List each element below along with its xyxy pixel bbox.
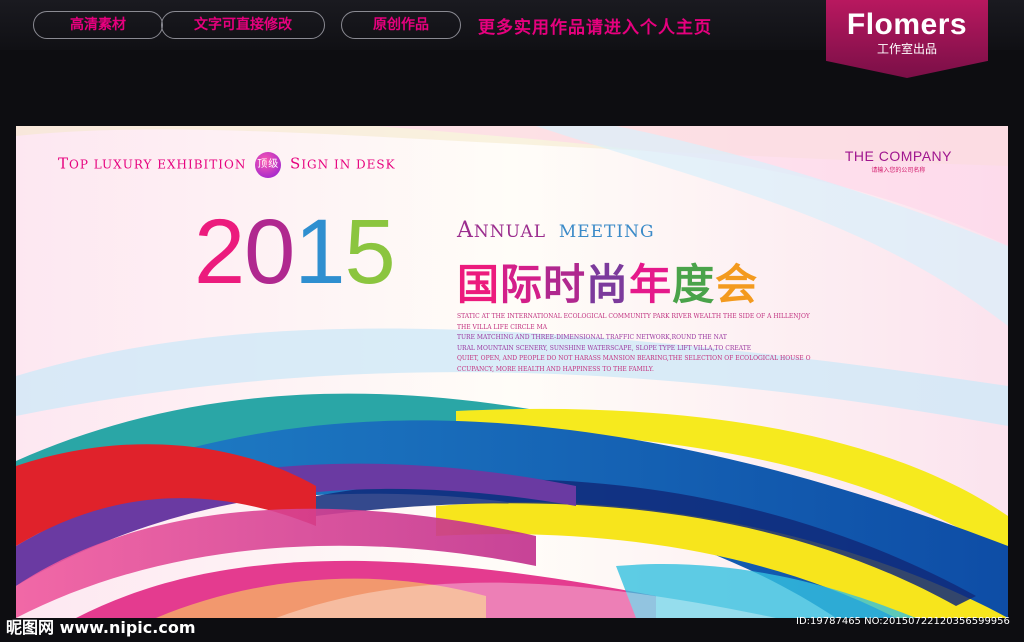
brand-badge[interactable]: Flomers 工作室出品	[826, 0, 988, 78]
title-char: 会	[715, 260, 759, 309]
year-title: 2015	[194, 206, 396, 298]
title-char: 时	[543, 260, 587, 309]
chinese-title: 国际时尚年度会	[457, 251, 758, 312]
annual-meeting-heading: ANNUAL MEETING	[457, 218, 655, 243]
poster-image: TOP LUXURY EXHIBITION 顶级 SIGN IN DESK TH…	[16, 126, 1008, 618]
paragraph-line: CCUPANCY, MORE HEALTH AND HAPPINESS TO T…	[457, 365, 654, 373]
top-level-badge: 顶级	[255, 152, 282, 178]
company-subtitle: 请输入您的公司名称	[871, 167, 926, 174]
year-digit: 0	[244, 201, 295, 303]
tag-editable-text[interactable]: 文字可直接修改	[161, 11, 325, 39]
year-digit: 5	[344, 201, 396, 303]
title-char: 年	[629, 260, 673, 309]
topline-text-2: IGN IN DESK	[301, 157, 396, 172]
tag-original-work[interactable]: 原创作品	[341, 11, 461, 39]
description-paragraph: STATIC AT THE INTERNATIONAL ECOLOGICAL C…	[457, 312, 837, 375]
brand-sub: 工作室出品	[876, 42, 937, 56]
year-digit: 1	[294, 201, 345, 303]
company-name: THE COMPANY	[844, 148, 952, 164]
title-char: 度	[672, 260, 716, 309]
topline-text-1: OP LUXURY EXHIBITION	[69, 157, 247, 172]
company-logo: THE COMPANY 请输入您的公司名称	[845, 148, 952, 174]
paragraph-line: THE VILLA LIFE CIRCLE MA	[457, 323, 548, 331]
year-digit: 2	[194, 201, 245, 303]
promo-link[interactable]: 更多实用作品请进入个人主页	[478, 13, 712, 38]
paragraph-line: QUIET, OPEN, AND PEOPLE DO NOT HARASS MA…	[457, 355, 811, 362]
paragraph-line: URAL MOUNTAIN SCENERY, SUNSHINE WATERSCA…	[457, 344, 752, 352]
tag-hd-material[interactable]: 高清素材	[33, 11, 163, 39]
paragraph-line: TURE MATCHING AND THREE-DIMENSIONAL TRAF…	[457, 334, 727, 341]
topline-cap-2: S	[290, 154, 302, 173]
title-char: 际	[500, 260, 544, 309]
title-char: 国	[457, 260, 501, 309]
brand-name: Flomers	[846, 8, 968, 41]
paragraph-line: STATIC AT THE INTERNATIONAL ECOLOGICAL C…	[457, 313, 810, 320]
meeting-text: MEETING	[558, 222, 655, 242]
id-watermark: ID:19787465 NO:20150722120356599956	[796, 616, 1010, 627]
site-watermark: 昵图网 www.nipic.com	[6, 618, 196, 637]
title-char: 尚	[586, 260, 630, 309]
annual-cap: A	[457, 218, 474, 243]
top-exhibition-line: TOP LUXURY EXHIBITION 顶级 SIGN IN DESK	[58, 152, 396, 178]
topline-cap-1: T	[58, 154, 70, 173]
annual-text: NNUAL	[473, 222, 547, 242]
